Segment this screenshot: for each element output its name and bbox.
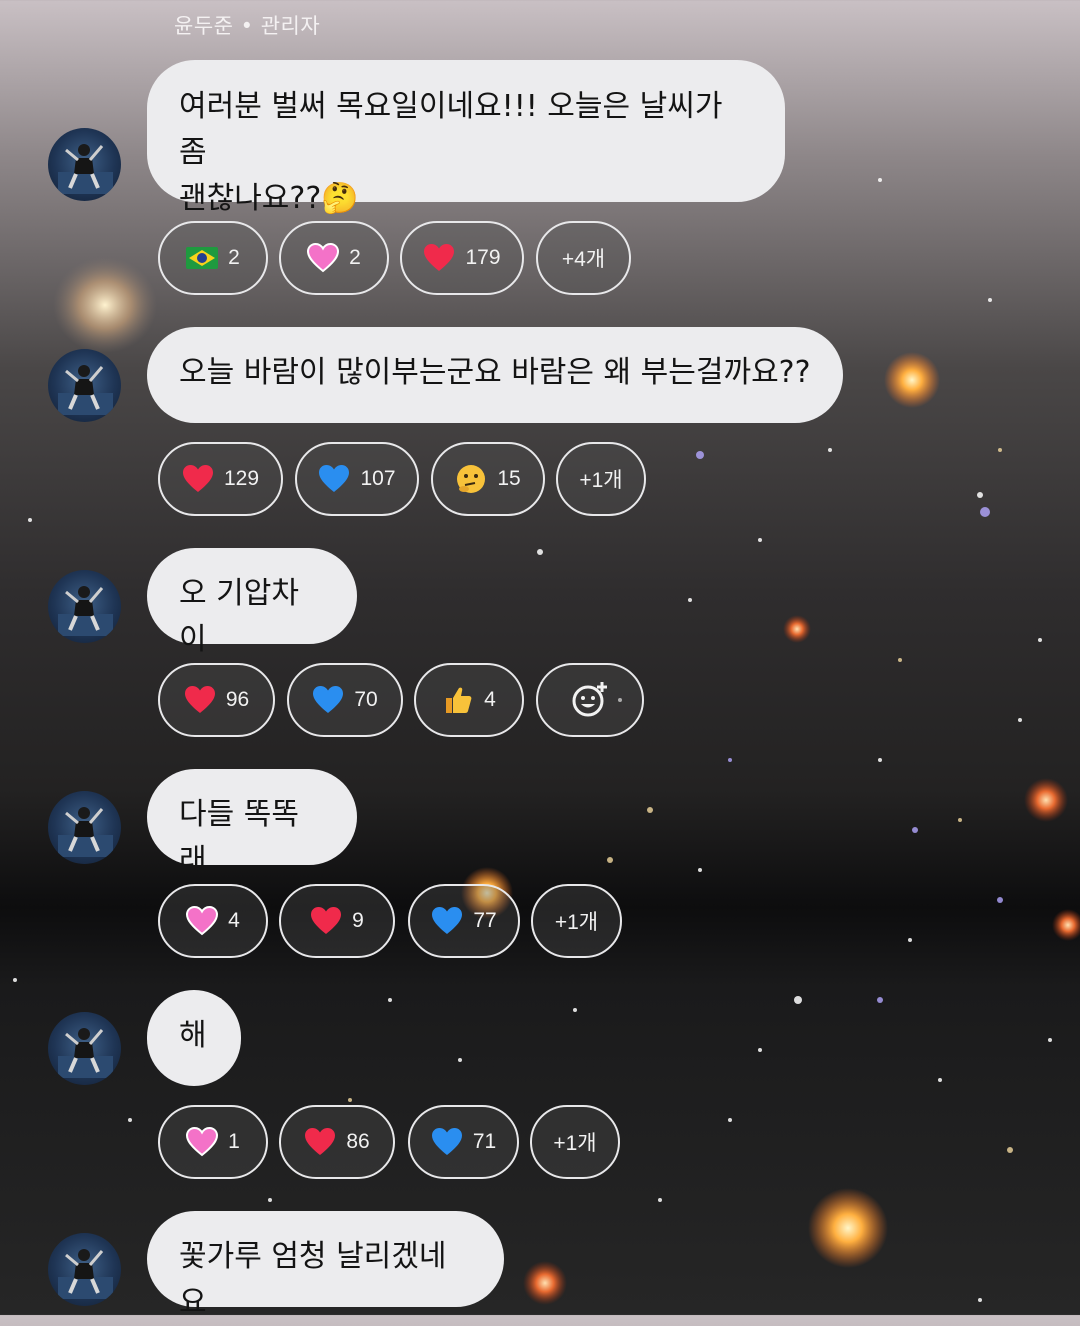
reaction-count: 179 <box>465 246 501 269</box>
reaction-chip[interactable]: 96 <box>158 663 275 737</box>
reaction-count: 70 <box>354 688 378 711</box>
person-avatar-icon <box>58 586 113 636</box>
reaction-chip[interactable]: 70 <box>287 663 403 737</box>
pink-heart-icon <box>307 242 340 273</box>
reaction-count: 77 <box>473 909 497 932</box>
more-reactions-label: +1개 <box>579 469 623 492</box>
blue-heart-icon <box>432 907 463 934</box>
reaction-chip[interactable]: 9 <box>279 884 395 958</box>
message-bubble[interactable]: 다들 똑똑래 <box>147 769 357 878</box>
thinking-face-icon <box>457 465 486 493</box>
sender-role: 관리자 <box>260 14 321 38</box>
avatar[interactable] <box>48 1233 121 1306</box>
message-bubble[interactable]: 오 기압차이 <box>147 548 357 657</box>
person-avatar-icon <box>58 144 113 194</box>
reaction-chip[interactable]: 86 <box>279 1105 395 1179</box>
avatar[interactable] <box>48 349 121 422</box>
blue-heart-icon <box>319 465 350 492</box>
avatar[interactable] <box>48 128 121 201</box>
more-reactions-label: +1개 <box>554 911 599 934</box>
avatar[interactable] <box>48 1012 121 1085</box>
message-bubble[interactable]: 해 <box>147 990 241 1086</box>
reaction-count: 107 <box>360 467 396 490</box>
person-avatar-icon <box>58 365 113 415</box>
more-reactions-chip[interactable]: +1개 <box>530 1105 620 1179</box>
red-heart-icon <box>182 465 213 492</box>
message-text-line: 여러분 벌써 목요일이네요!!! 오늘은 날씨가 좀 <box>179 89 723 170</box>
red-heart-icon <box>184 686 215 713</box>
avatar[interactable] <box>48 570 121 643</box>
reaction-count: 9 <box>352 909 364 932</box>
message-text: 오늘 바람이 많이부는군요 바람은 왜 부는걸까요?? <box>179 355 811 390</box>
message-bubble[interactable]: 오늘 바람이 많이부는군요 바람은 왜 부는걸까요?? <box>147 327 843 423</box>
reaction-count: 86 <box>346 1130 370 1153</box>
brazil-flag-icon <box>186 247 219 269</box>
red-heart-icon <box>305 1128 336 1155</box>
thumbs-up-icon <box>446 687 472 713</box>
sender-separator: • <box>233 14 261 38</box>
pink-heart-icon <box>186 1126 219 1157</box>
reaction-count: 4 <box>228 909 240 932</box>
blue-heart-icon <box>431 1128 462 1155</box>
reaction-chip[interactable]: 2 <box>279 221 389 295</box>
reaction-chip[interactable]: 107 <box>295 442 419 516</box>
more-reactions-chip[interactable]: +1개 <box>531 884 622 958</box>
reaction-chip[interactable]: 15 <box>431 442 545 516</box>
pink-heart-icon <box>186 905 219 936</box>
reaction-count: 96 <box>225 688 250 711</box>
reaction-count: 2 <box>228 246 240 269</box>
add-reaction-button[interactable] <box>536 663 644 737</box>
message-text-line: 괜찮나요??🤔 <box>179 181 359 216</box>
reaction-chip[interactable]: 4 <box>414 663 524 737</box>
reaction-chip[interactable]: 77 <box>408 884 520 958</box>
sender-name-text: 윤두준 <box>174 14 234 38</box>
reaction-count: 129 <box>223 467 260 490</box>
person-avatar-icon <box>58 807 113 857</box>
message-text: 해 <box>179 1018 207 1053</box>
reaction-count: 4 <box>484 688 496 711</box>
more-reactions-chip[interactable]: +4개 <box>536 221 631 295</box>
red-heart-icon <box>311 907 342 934</box>
sender-name: 윤두준 • 관리자 <box>174 10 320 40</box>
more-reactions-chip[interactable]: +1개 <box>556 442 646 516</box>
message-bubble[interactable]: 꽃가루 엄청 날리겠네요 <box>147 1211 504 1320</box>
red-heart-icon <box>424 244 455 271</box>
person-avatar-icon <box>58 1249 113 1299</box>
more-reactions-label: +4개 <box>561 248 606 271</box>
message-text: 오 기압차이 <box>179 576 299 657</box>
reaction-count: 1 <box>228 1130 240 1153</box>
avatar[interactable] <box>48 791 121 864</box>
message-text: 다들 똑똑래 <box>179 797 299 878</box>
reaction-chip[interactable]: 4 <box>158 884 268 958</box>
person-avatar-icon <box>58 1028 113 1078</box>
reaction-count: 71 <box>472 1130 497 1153</box>
reaction-chip[interactable]: 1 <box>158 1105 268 1179</box>
message-text: 꽃가루 엄청 날리겠네요 <box>179 1239 447 1320</box>
blue-heart-icon <box>313 686 344 713</box>
reaction-count: 15 <box>497 467 521 490</box>
message-bubble[interactable]: 여러분 벌써 목요일이네요!!! 오늘은 날씨가 좀 괜찮나요??🤔 <box>147 60 785 216</box>
reaction-chip[interactable]: 71 <box>408 1105 519 1179</box>
reaction-chip[interactable]: 179 <box>400 221 524 295</box>
reaction-chip[interactable]: 129 <box>158 442 283 516</box>
reaction-chip[interactable]: 2 <box>158 221 268 295</box>
reaction-count: 2 <box>349 246 361 269</box>
add-reaction-icon <box>572 682 607 717</box>
more-reactions-label: +1개 <box>553 1132 597 1155</box>
